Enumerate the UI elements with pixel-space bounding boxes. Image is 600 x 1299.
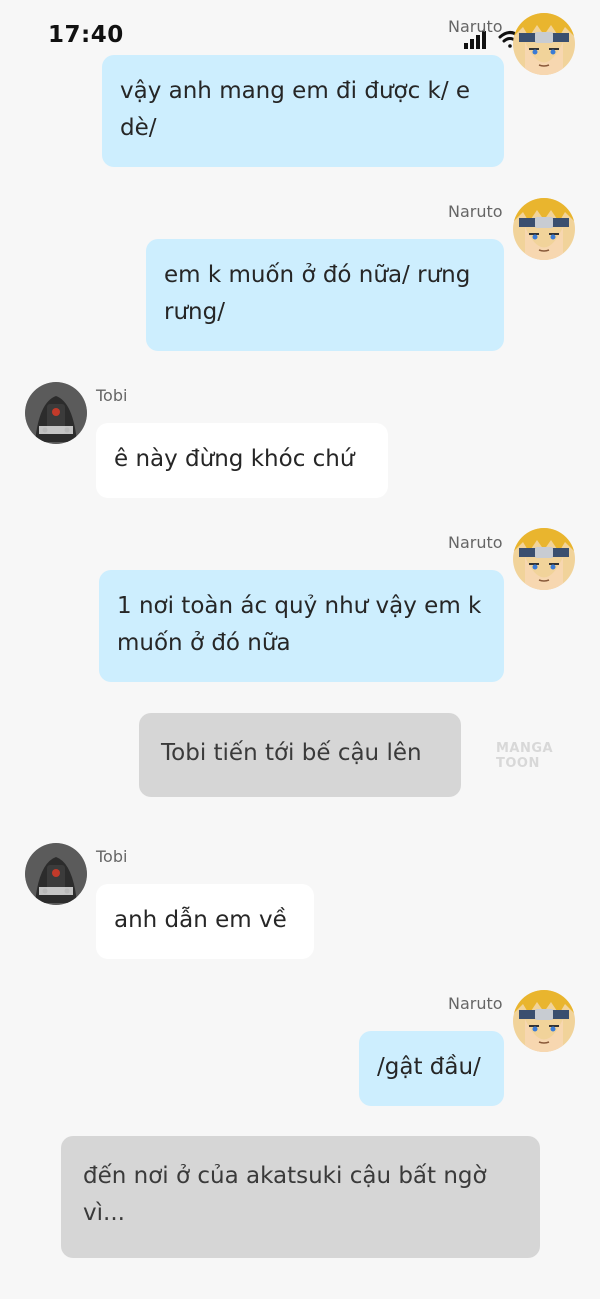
message-bubble-tobi: ê này đừng khóc chứ [96,423,388,498]
status-time: 17:40 [48,22,124,48]
sender-name: Naruto [448,533,503,552]
naruto-avatar[interactable] [513,990,575,1052]
tobi-avatar[interactable] [25,382,87,444]
sender-name: Tobi [96,847,128,866]
sender-name: Naruto [448,202,503,221]
message-bubble-naruto: vậy anh mang em đi được k/ e dè/ [102,55,504,167]
naruto-avatar[interactable] [513,13,575,75]
message-bubble-naruto: /gật đầu/ [359,1031,504,1106]
sender-name: Naruto [448,994,503,1013]
naruto-avatar[interactable] [513,198,575,260]
sender-name: Tobi [96,386,128,405]
message-bubble-naruto: em k muốn ở đó nữa/ rưng rưng/ [146,239,504,351]
narration-bubble: Tobi tiến tới bế cậu lên [139,713,461,797]
naruto-avatar[interactable] [513,528,575,590]
message-bubble-naruto: 1 nơi toàn ác quỷ như vậy em k muốn ở đó… [99,570,504,682]
mangatoon-watermark: MANGA TOON [496,741,554,771]
message-bubble-tobi: anh dẫn em về [96,884,314,959]
sender-name: Naruto [448,17,503,36]
tobi-avatar[interactable] [25,843,87,905]
narration-bubble: đến nơi ở của akatsuki cậu bất ngờ vì... [61,1136,540,1258]
